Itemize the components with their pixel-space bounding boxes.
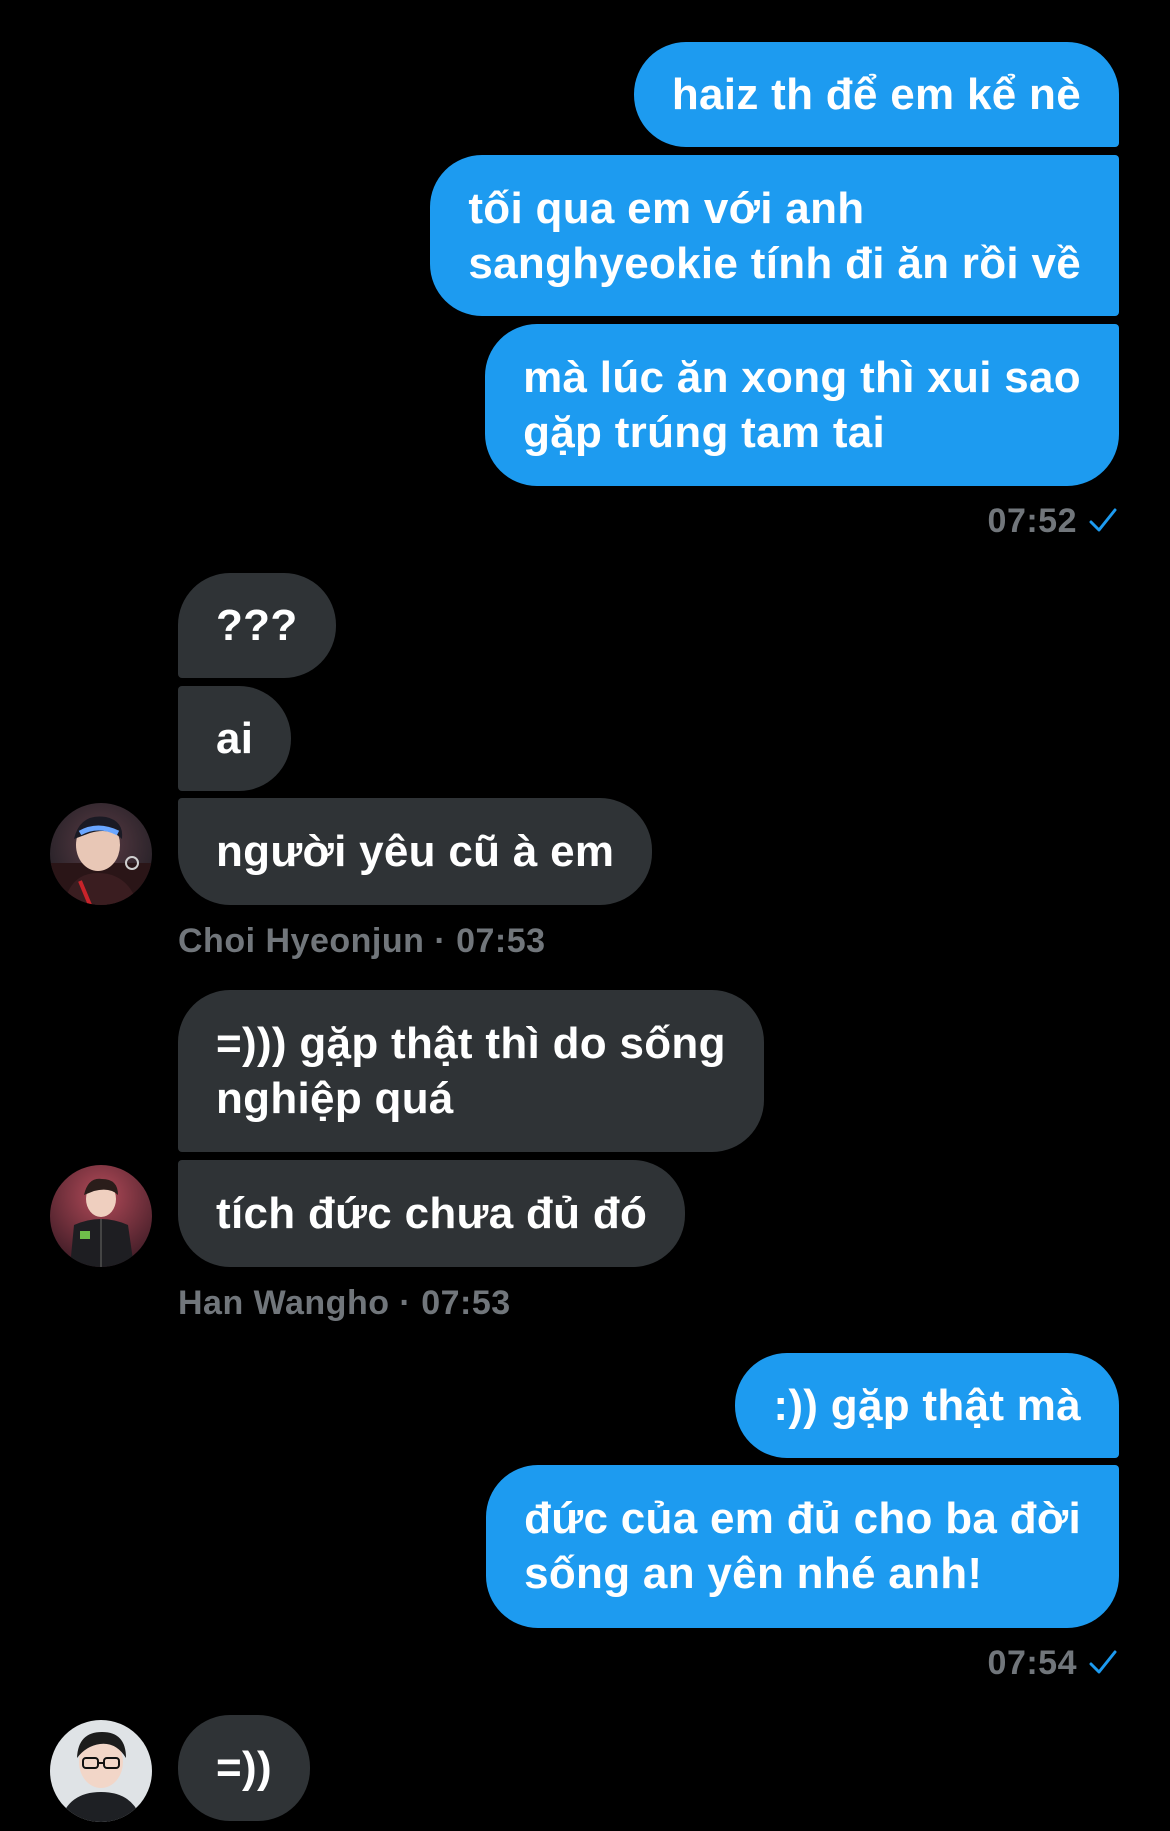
chat-thread: haiz th để em kể nè tối qua em với anh s… (0, 0, 1170, 1831)
avatar-third-user-icon (50, 1720, 152, 1822)
avatar-choi-hyeonjun-icon (50, 803, 152, 905)
message-bubble-incoming[interactable]: =)) (178, 1715, 310, 1821)
sender-meta: Choi Hyeonjun · 07:53 (178, 921, 546, 961)
sender-name-time: Han Wangho · 07:53 (178, 1284, 511, 1322)
message-bubble-incoming[interactable]: ai (178, 686, 292, 791)
message-text-line: nghiệp quá (216, 1074, 454, 1123)
message-text: =)) (216, 1743, 272, 1792)
avatar[interactable] (50, 803, 152, 905)
message-text: ??? (216, 601, 298, 650)
check-icon (1089, 1650, 1117, 1674)
message-bubble-outgoing[interactable]: haiz th để em kể nè (633, 42, 1119, 147)
message-bubble-incoming[interactable]: người yêu cũ à em (178, 798, 653, 905)
message-bubble-incoming[interactable]: =))) gặp thật thì do sống nghiệp quá (178, 990, 764, 1152)
message-bubble-incoming[interactable]: ??? (178, 573, 336, 678)
message-text: tích đức chưa đủ đó (216, 1189, 648, 1238)
message-bubble-outgoing[interactable]: :)) gặp thật mà (735, 1353, 1119, 1458)
sender-name-time: Choi Hyeonjun · 07:53 (178, 922, 546, 960)
message-text: haiz th để em kể nè (671, 70, 1081, 119)
message-text-line: gặp trúng tam tai (523, 408, 886, 457)
message-text-line: mà lúc ăn xong thì xui sao (523, 353, 1081, 402)
message-bubble-incoming[interactable]: tích đức chưa đủ đó (178, 1160, 686, 1267)
avatar[interactable] (50, 1165, 152, 1267)
message-timestamp: 07:52 (988, 501, 1119, 541)
message-bubble-outgoing[interactable]: đức của em đủ cho ba đời sống an yên nhé… (486, 1465, 1119, 1628)
sender-meta: Han Wangho · 07:53 (178, 1283, 511, 1323)
message-text-line: =))) gặp thật thì do sống (216, 1019, 726, 1068)
message-timestamp: 07:54 (988, 1643, 1119, 1683)
message-text-line: sanghyeokie tính đi ăn rồi về (468, 239, 1081, 288)
message-bubble-outgoing[interactable]: mà lúc ăn xong thì xui sao gặp trúng tam… (485, 324, 1119, 486)
timestamp-text: 07:52 (987, 502, 1077, 540)
message-text-line: tối qua em với anh (468, 184, 865, 233)
message-text: :)) gặp thật mà (773, 1381, 1081, 1430)
message-bubble-outgoing[interactable]: tối qua em với anh sanghyeokie tính đi ă… (430, 155, 1119, 316)
message-text-line: đức của em đủ cho ba đời (524, 1494, 1081, 1543)
message-text: ai (216, 714, 254, 763)
message-text: người yêu cũ à em (216, 827, 615, 876)
message-text-line: sống an yên nhé anh! (524, 1549, 983, 1598)
timestamp-text: 07:54 (987, 1644, 1077, 1682)
check-icon (1089, 508, 1117, 532)
avatar[interactable] (50, 1720, 152, 1822)
avatar-han-wangho-icon (50, 1165, 152, 1267)
